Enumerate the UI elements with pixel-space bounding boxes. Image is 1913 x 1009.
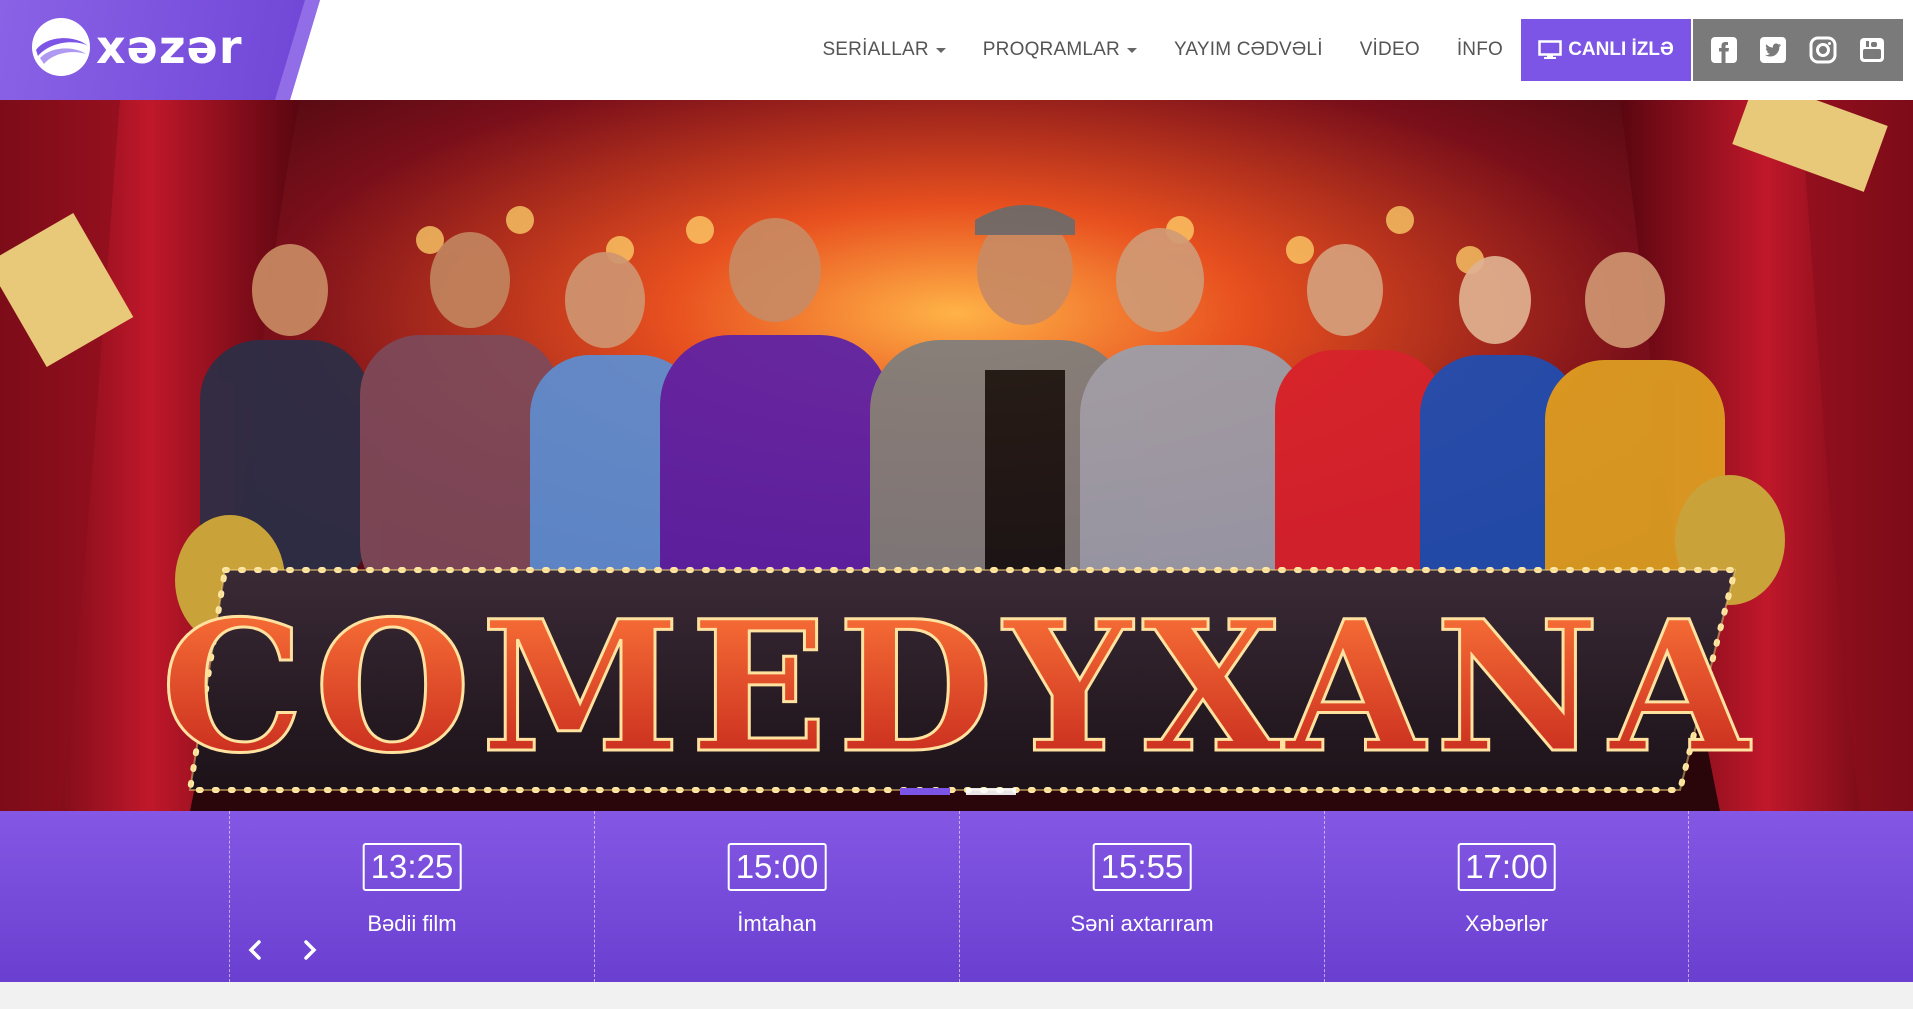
schedule-title: Bədii film [367, 911, 457, 936]
chevron-left-icon[interactable] [245, 940, 265, 960]
nav-item-video[interactable]: VİDEO [1360, 39, 1420, 61]
nav-label: PROQRAMLAR [982, 39, 1120, 60]
schedule-title: Xəbərlər [1464, 911, 1549, 936]
schedule-bar: 13:25 Bədii film 15:00 İmtahan 15:55 Sən… [0, 811, 1913, 982]
live-watch-button[interactable]: CANLI İZLƏ [1521, 19, 1691, 81]
page-content-area [0, 982, 1913, 1009]
schedule-time: 13:25 [362, 843, 462, 891]
facebook-icon[interactable] [1709, 35, 1739, 65]
site-logo[interactable]: xəzər [30, 16, 243, 78]
nav-label: VİDEO [1359, 39, 1420, 60]
schedule-title: İmtahan [737, 911, 817, 936]
nav-item-proqramlar[interactable]: PROQRAMLAR [983, 39, 1137, 61]
main-nav: SERİALLAR PROQRAMLAR YAYIM CƏDVƏLİ VİDEO… [822, 0, 1913, 100]
brand-name: xəzər [96, 20, 243, 74]
nav-item-yayim-cedveli[interactable]: YAYIM CƏDVƏLİ [1174, 39, 1323, 61]
slider-dot[interactable] [966, 788, 1016, 795]
xezer-logo-icon [30, 16, 92, 78]
nav-label: YAYIM CƏDVƏLİ [1173, 39, 1323, 60]
schedule-item[interactable]: 17:00 Xəbərlər [1324, 811, 1689, 982]
nav-label: SERİALLAR [822, 39, 929, 60]
hero-title: COMEDYXANA [161, 582, 1759, 793]
nav-item-seriallar[interactable]: SERİALLAR [822, 39, 946, 61]
site-header: xəzər SERİALLAR PROQRAMLAR YAYIM CƏDVƏLİ… [0, 0, 1913, 100]
caret-down-icon [935, 47, 946, 53]
twitter-icon[interactable] [1758, 35, 1788, 65]
nav-label: İNFO [1456, 39, 1503, 60]
chevron-right-icon[interactable] [300, 940, 320, 960]
hero-banner-image: COMEDYXANA [0, 100, 1913, 811]
schedule-item[interactable]: 15:55 Səni axtarıram [959, 811, 1324, 982]
caret-down-icon [1126, 47, 1137, 53]
youtube-icon[interactable] [1857, 35, 1887, 65]
schedule-item[interactable]: 15:00 İmtahan [594, 811, 959, 982]
hero-slider[interactable]: COMEDYXANA [0, 100, 1913, 811]
social-links [1693, 19, 1903, 81]
nav-item-info[interactable]: İNFO [1457, 39, 1503, 61]
schedule-time: 17:00 [1457, 843, 1556, 891]
slider-dot-active[interactable] [900, 788, 950, 795]
instagram-icon[interactable] [1808, 35, 1838, 65]
schedule-title: Səni axtarıram [1070, 911, 1214, 936]
schedule-time: 15:00 [727, 843, 827, 891]
monitor-icon [1538, 40, 1562, 59]
schedule-time: 15:55 [1092, 843, 1192, 891]
slider-dots [900, 788, 1016, 795]
live-button-label: CANLI İZLƏ [1568, 39, 1674, 60]
schedule-item[interactable]: 13:25 Bədii film [229, 811, 594, 982]
